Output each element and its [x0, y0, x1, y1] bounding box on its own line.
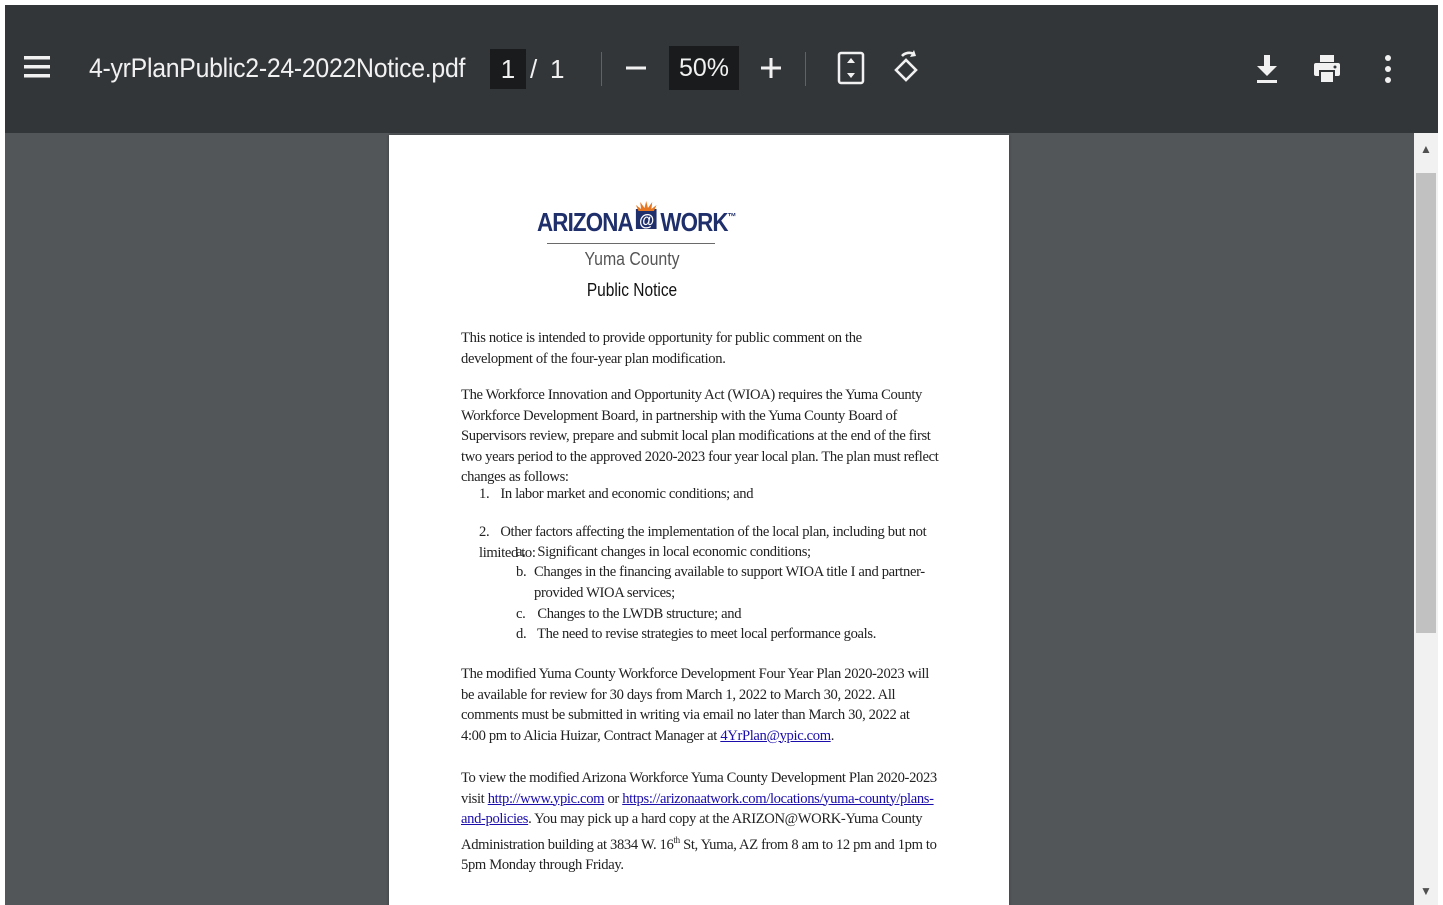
review-text: The modified Yuma County Workforce Devel… [461, 666, 929, 744]
rotate-icon [894, 50, 918, 82]
email-link[interactable]: 4YrPlan@ypic.com [720, 728, 831, 744]
list-item-number: 1. [479, 486, 490, 502]
menu-button[interactable] [19, 49, 55, 85]
zoom-in-icon [761, 58, 781, 78]
sublist-item-letter: c. [516, 606, 526, 622]
paragraph-access: To view the modified Arizona Workforce Y… [461, 768, 939, 875]
zoom-out-button[interactable] [616, 48, 656, 88]
zoom-out-icon [626, 66, 646, 70]
review-end: . [830, 727, 835, 744]
download-button[interactable] [1247, 49, 1287, 89]
zoom-in-button[interactable] [751, 48, 791, 88]
page-separator: / [530, 54, 538, 84]
more-vert-icon [1385, 55, 1391, 83]
list-item: 1. In labor market and economic conditio… [479, 484, 754, 505]
logo-left-text: ARIZONA [537, 206, 634, 237]
logo-trademark: ™ [727, 211, 737, 223]
vertical-scrollbar[interactable]: ▲ ▼ [1414, 133, 1438, 905]
sublist-item-text: Significant changes in local economic co… [537, 544, 811, 560]
arizona-at-work-logo: ARIZONA @ WORK ™ [535, 197, 736, 257]
paragraph-review: The modified Yuma County Workforce Devel… [461, 664, 935, 746]
more-actions-button[interactable] [1368, 49, 1408, 89]
page-number-input[interactable]: 1 [490, 49, 526, 89]
sublist-item-letter: d. [516, 626, 527, 642]
sublist-item-letter: a. [516, 544, 526, 560]
menu-icon [24, 56, 50, 78]
ypic-link[interactable]: http://www.ypic.com [488, 791, 605, 807]
access-or: or [604, 790, 623, 807]
logo-wordmark: ARIZONA @ WORK ™ [537, 201, 737, 239]
toolbar-divider [601, 52, 602, 86]
download-icon [1257, 55, 1277, 83]
logo-right-text: WORK [660, 206, 728, 237]
logo-sun-icon: @ [634, 201, 660, 239]
page-total: 1 [550, 54, 565, 84]
logo-subtitle: Yuma County [584, 249, 680, 269]
logo-at-symbol: @ [639, 210, 654, 230]
zoom-level-input[interactable]: 50% [669, 46, 739, 90]
scroll-up-arrow[interactable]: ▲ [1414, 139, 1438, 159]
sublist-item-letter: b. [516, 564, 527, 580]
paragraph-wioa: The Workforce Innovation and Opportunity… [461, 387, 939, 485]
document-title: 4-yrPlanPublic2-24-2022Notice.pdf [89, 53, 466, 83]
sublist-item: a. Significant changes in local economic… [516, 542, 811, 563]
document-heading: Public Notice [586, 280, 678, 300]
print-icon [1314, 55, 1340, 84]
paragraph-intro: This notice is intended to provide oppor… [461, 330, 862, 367]
sublist-item-text: Changes to the LWDB structure; and [537, 606, 742, 622]
logo-underline [547, 243, 715, 244]
viewer-toolbar: 4-yrPlanPublic2-24-2022Notice.pdf 1 / 1 … [5, 5, 1438, 133]
print-button[interactable] [1307, 49, 1347, 89]
sublist-item-text: The need to revise strategies to meet lo… [537, 626, 876, 642]
sublist-item-text: Changes in the financing available to su… [534, 564, 925, 601]
list-item-number: 2. [479, 524, 490, 540]
sublist-item: b. Changes in the financing available to… [516, 562, 936, 603]
scroll-thumb[interactable] [1416, 173, 1436, 633]
scroll-down-arrow[interactable]: ▼ [1414, 881, 1438, 901]
toolbar-divider [805, 52, 806, 86]
sublist-item: c. Changes to the LWDB structure; and [516, 604, 742, 625]
pdf-page: ARIZONA @ WORK ™ Yuma County Public Noti… [389, 135, 1009, 905]
sublist-item: d. The need to revise strategies to meet… [516, 624, 876, 645]
rotate-button[interactable] [886, 48, 926, 88]
list-item-text: In labor market and economic conditions;… [500, 486, 754, 502]
fit-page-button[interactable] [831, 48, 871, 88]
pdf-viewer: 4-yrPlanPublic2-24-2022Notice.pdf 1 / 1 … [5, 5, 1438, 905]
fit-page-icon [837, 51, 865, 85]
